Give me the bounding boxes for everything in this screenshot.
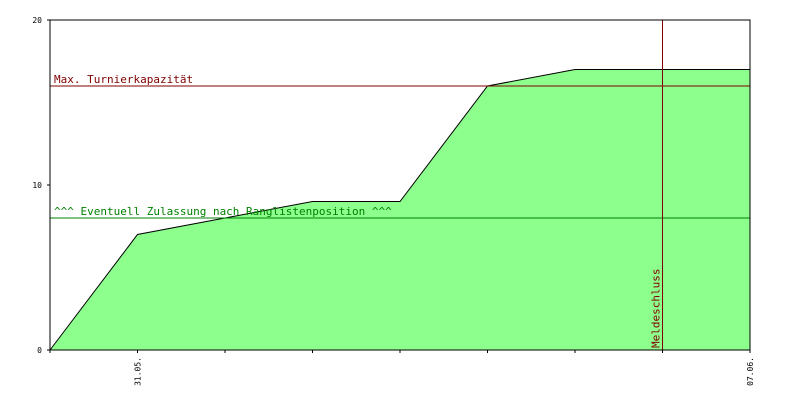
- x-tick-label-1: 07.06.: [746, 357, 755, 386]
- reference-line-label-0: Max. Turnierkapazität: [54, 73, 193, 86]
- reference-line-label-1: ^^^ Eventuell Zulassung nach Ranglistenp…: [54, 205, 392, 218]
- registration-chart: Max. Turnierkapazität ^^^ Eventuell Zulas…: [32, 16, 755, 386]
- y-tick-label-2: 20: [32, 16, 42, 25]
- y-tick-label-1: 10: [32, 181, 42, 190]
- reference-line-label-2: Meldeschluss: [650, 269, 663, 348]
- x-tick-label-0: 31.05.: [134, 357, 143, 386]
- y-tick-label-0: 0: [37, 346, 42, 355]
